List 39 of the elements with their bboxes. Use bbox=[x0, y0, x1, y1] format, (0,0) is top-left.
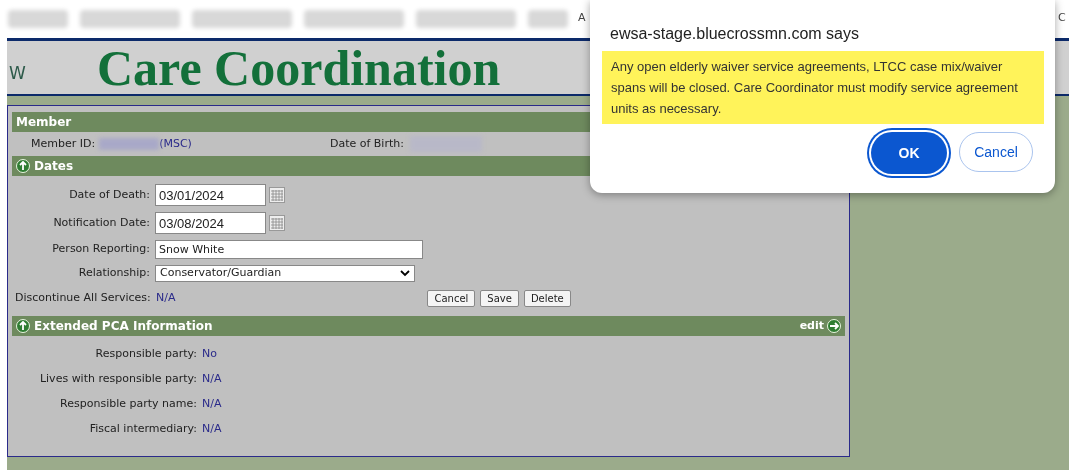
field-label: Fiscal intermediary: bbox=[88, 421, 198, 438]
field-value: (MSC) bbox=[159, 135, 192, 152]
field-value: N/A bbox=[202, 396, 222, 413]
field-label: Member ID: bbox=[31, 135, 96, 152]
logo-fragment: W bbox=[9, 62, 26, 85]
dropdown[interactable]: Conservator/Guardian bbox=[155, 265, 415, 282]
field-label: Responsible party name: bbox=[59, 396, 198, 413]
date-field[interactable]: 03/01/2024 bbox=[155, 184, 266, 206]
dialog-message: Any open elderly waiver service agreements, LTCC case mix/waiver spans will be closed. Care Coordinator must modify service agreement units as necessary. bbox=[602, 51, 1044, 124]
tab-label[interactable]: A bbox=[578, 10, 586, 27]
edit-link[interactable]: edit bbox=[799, 317, 824, 335]
arrow-right-icon bbox=[827, 319, 841, 333]
date-field[interactable]: 03/08/2024 bbox=[155, 212, 266, 234]
field-label: Responsible party: bbox=[94, 346, 198, 363]
field-value: No bbox=[202, 346, 217, 363]
page-title: Care Coordination bbox=[97, 39, 501, 97]
field-value: N/A bbox=[202, 421, 222, 438]
section-title: Dates bbox=[34, 158, 74, 175]
form-button[interactable]: Save bbox=[480, 289, 519, 307]
section-title: Member bbox=[16, 114, 72, 131]
form-button[interactable]: Delete bbox=[523, 289, 571, 307]
chevron-down-icon bbox=[400, 270, 410, 277]
section-title: Extended PCA Information bbox=[34, 318, 213, 335]
field-value: N/A bbox=[156, 289, 176, 306]
dialog-title: ewsa-stage.bluecrossmn.com says bbox=[609, 24, 860, 44]
field-value: N/A bbox=[202, 371, 222, 388]
field-label: Date of Birth: bbox=[329, 135, 404, 152]
field-label: Discontinue All Services: bbox=[15, 289, 152, 306]
field-label: Lives with responsible party: bbox=[38, 371, 198, 388]
tab-label[interactable]: C bbox=[1058, 10, 1066, 27]
field-label: Date of Death: bbox=[68, 186, 151, 203]
calendar-icon[interactable] bbox=[269, 215, 285, 231]
calendar-icon[interactable] bbox=[269, 187, 285, 203]
cancel-button[interactable]: Cancel bbox=[959, 132, 1033, 172]
field-label: Relationship: bbox=[77, 265, 151, 282]
field-label: Notification Date: bbox=[52, 214, 151, 231]
field-label: Person Reporting: bbox=[51, 241, 151, 258]
form-button[interactable]: Cancel bbox=[427, 289, 476, 307]
text-field[interactable]: Snow White bbox=[155, 240, 423, 259]
